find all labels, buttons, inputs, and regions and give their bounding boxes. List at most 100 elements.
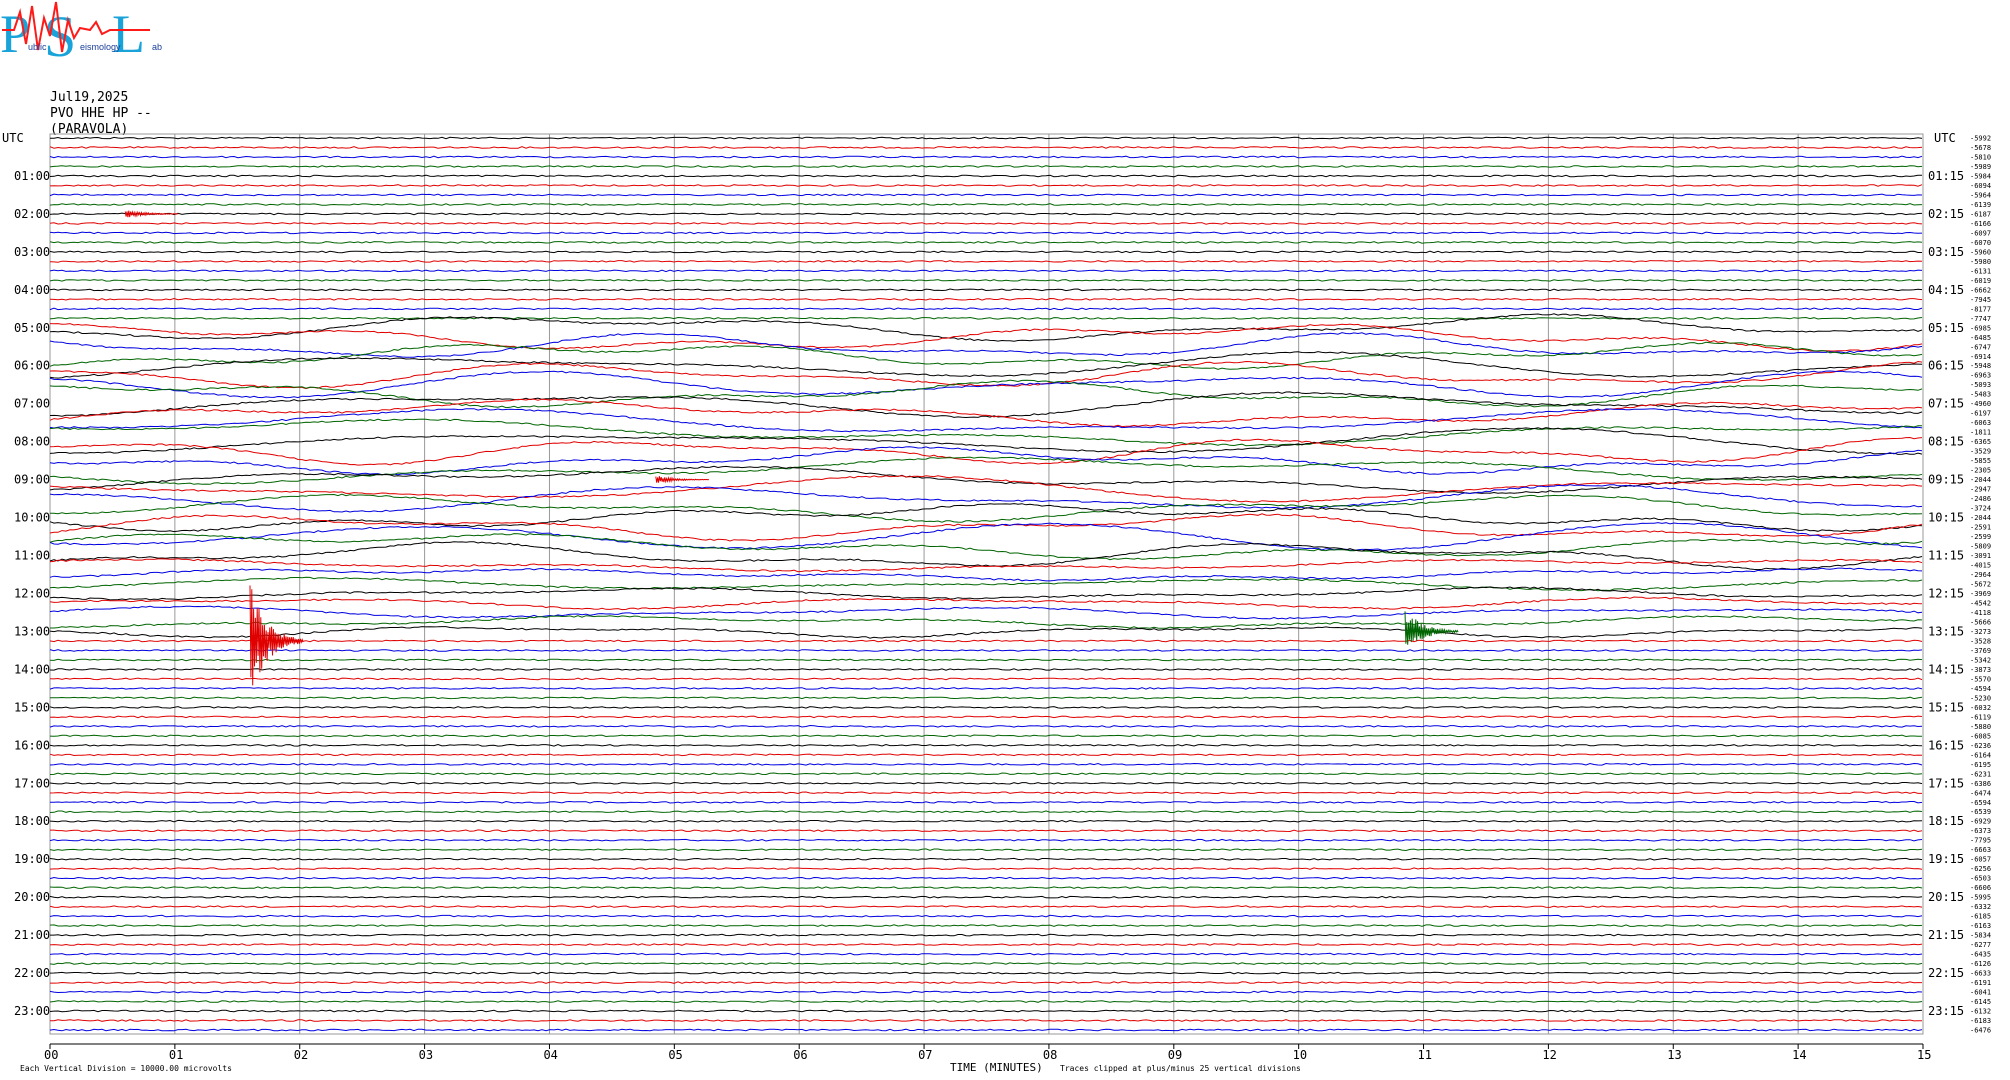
offset-label-2: -5810: [1970, 153, 1991, 161]
left-label-21: 21:00: [14, 928, 50, 942]
offset-label-38: -2486: [1970, 495, 1991, 503]
offset-label-26: -5093: [1970, 381, 1991, 389]
trace-32: [49, 427, 1923, 455]
trace-14: [49, 269, 1923, 273]
offset-label-61: -6119: [1970, 713, 1991, 721]
offset-label-55: -5342: [1970, 656, 1991, 664]
x-tick-label-01: 01: [169, 1048, 183, 1062]
trace-2: [49, 155, 1923, 159]
offset-label-51: -5666: [1970, 618, 1991, 626]
trace-64: [49, 743, 1923, 747]
trace-60: [49, 706, 1923, 709]
trace-44: [49, 541, 1923, 571]
trace-28: [49, 391, 1923, 419]
left-label-6: 06:00: [14, 359, 50, 373]
trace-67: [49, 772, 1923, 776]
trace-50: [49, 605, 1923, 620]
x-tick-label-02: 02: [294, 1048, 308, 1062]
x-tick-label-07: 07: [918, 1048, 932, 1062]
offset-label-48: -3969: [1970, 590, 1991, 598]
offset-label-15: -6019: [1970, 277, 1991, 285]
trace-8: [49, 212, 1923, 216]
trace-3: [49, 165, 1923, 168]
trace-31: [49, 418, 1922, 447]
left-label-7: 07:00: [14, 397, 50, 411]
offset-label-47: -5672: [1970, 581, 1991, 589]
offset-label-78: -6503: [1970, 875, 1991, 883]
offset-label-73: -6373: [1970, 827, 1991, 835]
offset-label-43: -5809: [1970, 543, 1991, 551]
right-label-5: 05:15: [1928, 321, 1964, 335]
trace-73: [50, 829, 1923, 833]
trace-26: [49, 370, 1923, 399]
trace-39: [50, 493, 1923, 523]
offset-label-70: -6594: [1970, 799, 1991, 807]
offset-label-27: -5483: [1970, 391, 1991, 399]
offset-label-75: -6663: [1970, 846, 1991, 854]
offset-label-22: -6747: [1970, 343, 1991, 351]
offset-label-68: -6386: [1970, 780, 1991, 788]
trace-23: [49, 341, 1923, 370]
trace-24: [49, 351, 1923, 379]
right-label-22: 22:15: [1928, 966, 1964, 980]
x-axis-label: TIME (MINUTES): [950, 1061, 1043, 1074]
left-label-0: UTC: [2, 131, 24, 145]
offset-label-45: -4015: [1970, 562, 1991, 570]
trace-57: [49, 677, 1923, 681]
offset-label-91: -6145: [1970, 998, 1991, 1006]
trace-5: [49, 184, 1923, 187]
offset-label-5: -6094: [1970, 182, 1991, 190]
trace-65: [49, 753, 1923, 757]
offset-label-79: -6606: [1970, 884, 1991, 892]
trace-91: [49, 1000, 1923, 1003]
offset-label-18: -8177: [1970, 305, 1991, 313]
trace-6: [49, 193, 1923, 197]
trace-17: [49, 297, 1923, 301]
event-1: [1404, 611, 1459, 645]
right-label-15: 15:15: [1928, 700, 1964, 714]
footer-clip-note: Traces clipped at plus/minus 25 vertical…: [1060, 1064, 1301, 1073]
right-label-10: 10:15: [1928, 511, 1964, 525]
left-label-10: 10:00: [14, 511, 50, 525]
trace-72: [49, 819, 1923, 823]
offset-label-39: -3724: [1970, 505, 1991, 513]
right-label-12: 12:15: [1928, 586, 1964, 600]
left-label-2: 02:00: [14, 207, 50, 221]
offset-label-85: -6277: [1970, 941, 1991, 949]
offset-label-81: -6332: [1970, 903, 1991, 911]
offset-label-23: -6914: [1970, 353, 1991, 361]
trace-83: [49, 924, 1923, 927]
trace-7: [49, 203, 1923, 206]
right-label-4: 04:15: [1928, 283, 1964, 297]
trace-80: [49, 895, 1923, 899]
offset-label-25: -6963: [1970, 372, 1991, 380]
offset-label-67: -6231: [1970, 770, 1991, 778]
trace-25: [49, 360, 1923, 390]
offset-label-76: -6057: [1970, 856, 1991, 864]
trace-86: [49, 952, 1923, 956]
right-label-21: 21:15: [1928, 928, 1964, 942]
offset-label-14: -6131: [1970, 267, 1991, 275]
right-label-16: 16:15: [1928, 738, 1964, 752]
event-2: [124, 210, 179, 218]
offset-label-71: -6539: [1970, 808, 1991, 816]
trace-13: [49, 260, 1923, 263]
offset-label-44: -3091: [1970, 552, 1991, 560]
right-label-0: UTC: [1934, 131, 1956, 145]
trace-1: [49, 146, 1923, 149]
offset-label-77: -6256: [1970, 865, 1991, 873]
x-tick-label-08: 08: [1043, 1048, 1057, 1062]
left-label-20: 20:00: [14, 890, 50, 904]
offset-label-49: -4542: [1970, 599, 1991, 607]
right-label-11: 11:15: [1928, 549, 1964, 563]
x-tick-label-05: 05: [668, 1048, 682, 1062]
right-label-20: 20:15: [1928, 890, 1964, 904]
trace-58: [49, 687, 1923, 690]
trace-63: [49, 734, 1923, 738]
offset-label-7: -6139: [1970, 201, 1991, 209]
right-label-1: 01:15: [1928, 169, 1964, 183]
trace-77: [49, 867, 1923, 871]
trace-19: [49, 316, 1923, 320]
left-label-14: 14:00: [14, 662, 50, 676]
x-axis: 00 01 02 03 04 05 06 07 08 09 10 11 12 13 14 15: [44, 1043, 1931, 1062]
